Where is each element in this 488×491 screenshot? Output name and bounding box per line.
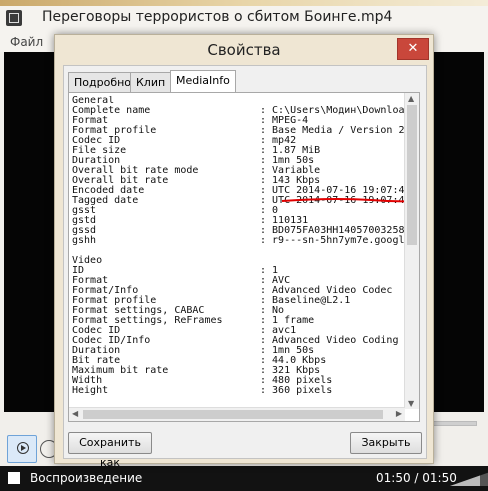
status-label: Воспроизведение [30, 471, 143, 485]
info-row: gsst: 0 [72, 206, 404, 216]
tab-details[interactable]: Подробно [68, 72, 138, 92]
vertical-scrollbar[interactable]: ▲ ▼ [404, 93, 419, 409]
window-title: Переговоры террористов о сбитом Боинге.m… [42, 9, 393, 25]
info-row: gshh : r9---sn-5hn7ym7e.googl [72, 236, 404, 246]
horizontal-scroll-thumb[interactable] [83, 410, 383, 419]
info-row: Height : 360 pixels [72, 386, 404, 396]
info-value: : r9---sn-5hn7ym7e.googl [260, 235, 404, 246]
scroll-down-arrow-icon[interactable]: ▼ [408, 399, 414, 408]
info-key: gshh [72, 235, 97, 246]
info-row: Video [72, 256, 404, 266]
status-icon [8, 472, 20, 484]
close-button[interactable]: Закрыть [350, 432, 422, 454]
info-row: Width: 480 pixels [72, 376, 404, 386]
save-as-button[interactable]: Сохранить как [68, 432, 152, 469]
info-row: Format settings, ReFrames: 1 frame [72, 316, 404, 326]
menu-file[interactable]: Файл [10, 35, 43, 49]
mediainfo-panel: General Complete name: C:\Users\Модин\Dow… [68, 92, 420, 422]
horizontal-scrollbar[interactable]: ◀ ▶ [69, 407, 405, 421]
info-key: Height [72, 385, 109, 396]
mediainfo-text[interactable]: General Complete name: C:\Users\Модин\Dow… [72, 96, 404, 408]
app-icon [6, 10, 22, 26]
info-row: Maximum bit rate: 321 Kbps [72, 366, 404, 376]
info-row: Format profile: Base Media / Version 2 [72, 126, 404, 136]
tab-mediainfo[interactable]: MediaInfo [170, 70, 236, 93]
red-underline-annotation [281, 197, 413, 203]
info-row [72, 246, 404, 256]
info-row: Complete name: C:\Users\Модин\Downloa [72, 106, 404, 116]
scroll-up-arrow-icon[interactable]: ▲ [408, 94, 414, 103]
window-titlebar: Переговоры террористов о сбитом Боинге.m… [0, 6, 488, 32]
scroll-right-arrow-icon[interactable]: ▶ [396, 409, 402, 418]
info-row: File size: 1.87 MiB [72, 146, 404, 156]
status-bar: Воспроизведение 01:50 / 01:50 [0, 466, 488, 491]
dialog-body: Подробно Клип MediaInfo General Complete … [63, 65, 427, 469]
play-button[interactable] [7, 435, 37, 463]
scroll-left-arrow-icon[interactable]: ◀ [72, 409, 78, 418]
info-row: Duration: 1mn 50s [72, 346, 404, 356]
dialog-close-button[interactable]: ✕ [397, 38, 429, 60]
tab-clip[interactable]: Клип [130, 72, 172, 92]
vertical-scroll-thumb[interactable] [407, 105, 417, 245]
info-value: : 360 pixels [260, 385, 333, 396]
info-row: ID: 1 [72, 266, 404, 276]
properties-dialog: Свойства ✕ Подробно Клип MediaInfo Gener… [54, 34, 434, 469]
info-row: Codec ID/Info: Advanced Video Coding [72, 336, 404, 346]
dialog-title: Свойства [207, 41, 281, 59]
volume-icon[interactable] [445, 472, 488, 486]
